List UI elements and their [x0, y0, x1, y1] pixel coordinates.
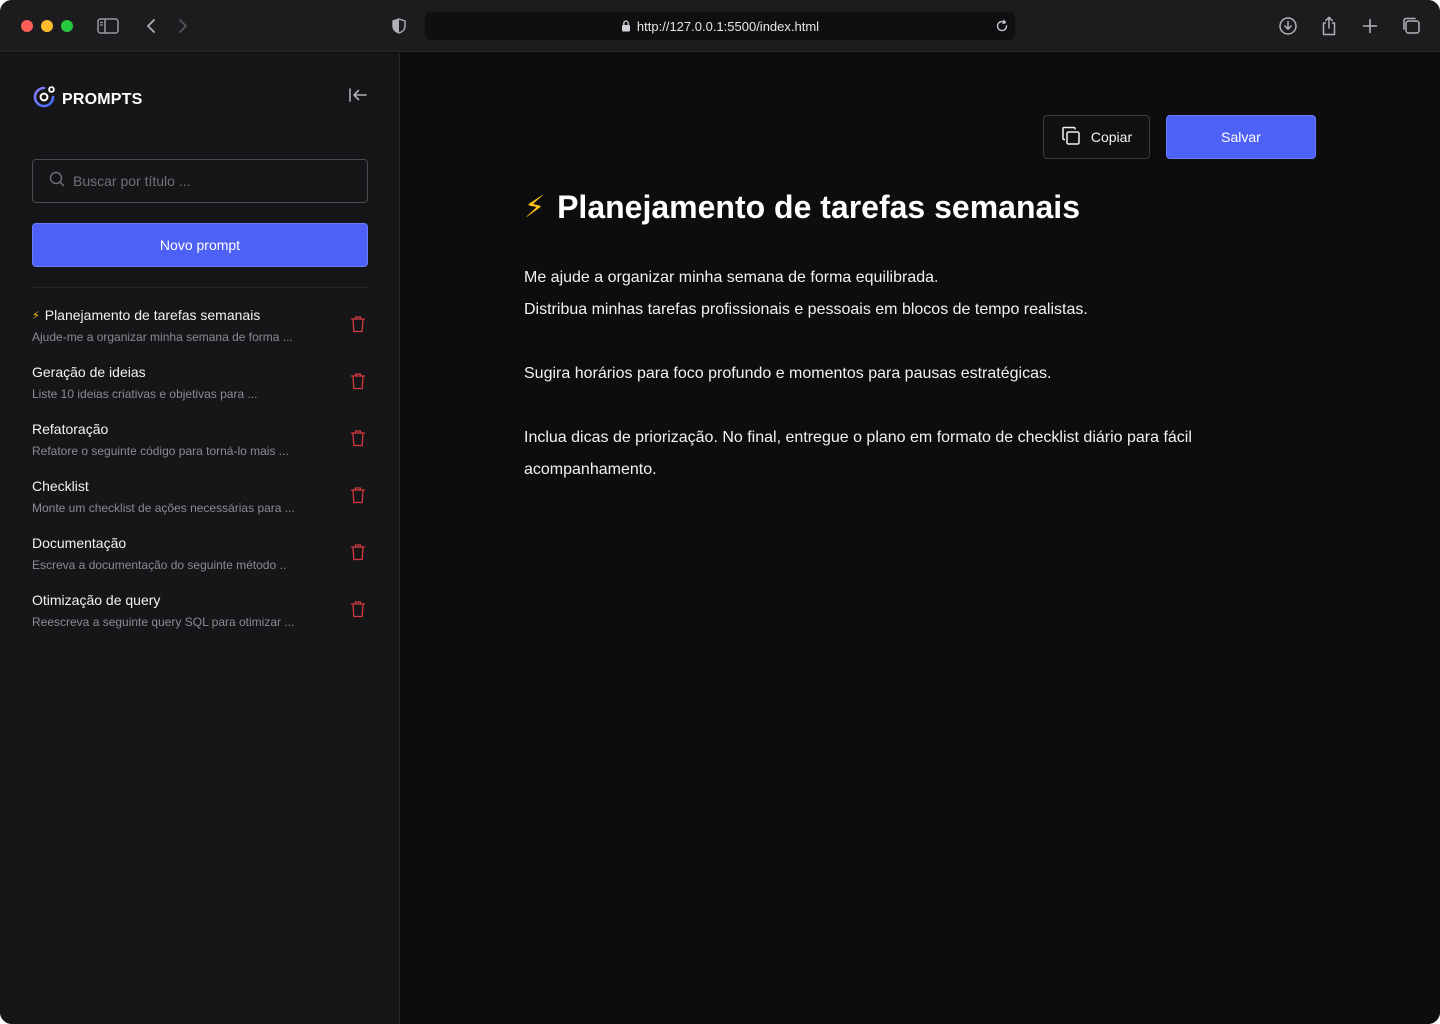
prompt-content-line: Inclua dicas de priorização. No final, e…	[524, 429, 1192, 478]
collapse-sidebar-icon	[348, 87, 368, 108]
url-text: http://127.0.0.1:5500/index.html	[636, 18, 820, 34]
prompt-list-item[interactable]: Documentação Escreva a documentação do se…	[32, 533, 368, 590]
delete-prompt-button[interactable]	[348, 429, 368, 452]
delete-prompt-button[interactable]	[348, 600, 368, 623]
copy-button[interactable]: Copiar	[1043, 115, 1150, 159]
prompt-title[interactable]: ⚡ Planejamento de tarefas semanais	[524, 189, 1080, 226]
prompt-item-title: Otimização de query	[32, 592, 160, 608]
prompt-title-text: Planejamento de tarefas semanais	[557, 189, 1080, 225]
prompt-list: ⚡ Planejamento de tarefas semanais Ajude-m…	[32, 305, 368, 647]
logo-text: PROMPTS	[62, 90, 143, 108]
sidebar: PROMPTS Novo prompt ⚡ Planejamento de tar…	[0, 53, 400, 1024]
trash-icon	[350, 486, 366, 509]
prompt-content-line: Me ajude a organizar minha semana de for…	[524, 269, 939, 286]
prompt-item-title: ⚡ Planejamento de tarefas semanais	[32, 307, 260, 323]
share-icon[interactable]	[1317, 14, 1341, 38]
download-icon[interactable]	[1276, 14, 1300, 38]
new-prompt-button[interactable]: Novo prompt	[32, 223, 368, 267]
logo: PROMPTS	[32, 85, 143, 114]
prompt-item-title-text: Documentação	[32, 535, 127, 551]
prompt-item-title: Checklist	[32, 478, 89, 494]
prompt-item-title: Documentação	[32, 535, 126, 551]
prompt-item-title-text: Checklist	[32, 478, 89, 494]
browser-window: http://127.0.0.1:5500/index.html PROMPTS…	[0, 0, 1440, 1024]
lightning-icon: ⚡	[32, 309, 40, 322]
prompt-item-description: Reescreva a seguinte query SQL para otim…	[32, 615, 295, 629]
browser-toolbar: http://127.0.0.1:5500/index.html	[0, 0, 1440, 52]
prompt-list-item[interactable]: Checklist Monte um checklist de ações nec…	[32, 476, 368, 533]
prompt-item-description: Monte um checklist de ações necessárias …	[32, 501, 295, 515]
prompt-item-title-text: Refatoração	[32, 421, 109, 437]
prompt-item-title: Refatoração	[32, 421, 108, 437]
prompt-item-description: Escreva a documentação do seguinte métod…	[32, 558, 287, 572]
prompt-item-description: Liste 10 ideias criativas e objetivas pa…	[32, 387, 258, 401]
sidebar-toggle-icon[interactable]	[96, 14, 120, 38]
new-tab-icon[interactable]	[1358, 14, 1382, 38]
prompt-content-line	[524, 390, 1284, 422]
main-content: Copiar Salvar ⚡ Planejamento de tarefas …	[401, 53, 1440, 1024]
close-window-button[interactable]	[21, 20, 33, 32]
prompt-content-line: Sugira horários para foco profundo e mom…	[524, 365, 1052, 382]
prompt-list-item[interactable]: Otimização de query Reescreva a seguinte …	[32, 590, 368, 647]
prompt-item-title: Geração de ideias	[32, 364, 146, 380]
prompt-item-description: Refatore o seguinte código para torná-lo…	[32, 444, 289, 458]
maximize-window-button[interactable]	[61, 20, 73, 32]
prompt-list-item[interactable]: Refatoração Refatore o seguinte código pa…	[32, 419, 368, 476]
prompt-item-title-text: Geração de ideias	[32, 364, 146, 380]
copy-label: Copiar	[1090, 129, 1133, 145]
collapse-sidebar-button[interactable]	[346, 87, 370, 107]
prompt-content-editor[interactable]: Me ajude a organizar minha semana de for…	[524, 262, 1284, 486]
address-bar[interactable]: http://127.0.0.1:5500/index.html	[425, 12, 1015, 40]
copy-icon	[1061, 126, 1081, 149]
trash-icon	[350, 543, 366, 566]
prompt-item-title-text: Planejamento de tarefas semanais	[44, 307, 261, 323]
trash-icon	[350, 372, 366, 395]
prompt-content-line: Distribua minhas tarefas profissionais e…	[524, 301, 1088, 318]
trash-icon	[350, 429, 366, 452]
prompt-content-line	[524, 326, 1284, 358]
delete-prompt-button[interactable]	[348, 486, 368, 509]
search-box	[32, 159, 368, 203]
prompt-list-item[interactable]: Geração de ideias Liste 10 ideias criativ…	[32, 362, 368, 419]
delete-prompt-button[interactable]	[348, 372, 368, 395]
back-icon[interactable]	[139, 14, 163, 38]
prompt-item-title-text: Otimização de query	[32, 592, 161, 608]
search-input[interactable]	[73, 173, 353, 189]
delete-prompt-button[interactable]	[348, 315, 368, 338]
save-button[interactable]: Salvar	[1166, 115, 1316, 159]
search-icon	[49, 171, 65, 192]
sidebar-divider	[32, 287, 368, 288]
lightning-icon: ⚡	[524, 191, 546, 224]
prompt-item-description: Ajude-me a organizar minha semana de for…	[32, 330, 293, 344]
logo-icon	[32, 85, 56, 114]
tab-overview-icon[interactable]	[1399, 14, 1423, 38]
privacy-shield-icon[interactable]	[387, 14, 411, 38]
forward-icon[interactable]	[171, 14, 195, 38]
trash-icon	[350, 315, 366, 338]
trash-icon	[350, 600, 366, 623]
lock-icon	[621, 20, 631, 32]
prompt-list-item[interactable]: ⚡ Planejamento de tarefas semanais Ajude-m…	[32, 305, 368, 362]
delete-prompt-button[interactable]	[348, 543, 368, 566]
minimize-window-button[interactable]	[41, 20, 53, 32]
reload-icon[interactable]	[995, 19, 1009, 33]
